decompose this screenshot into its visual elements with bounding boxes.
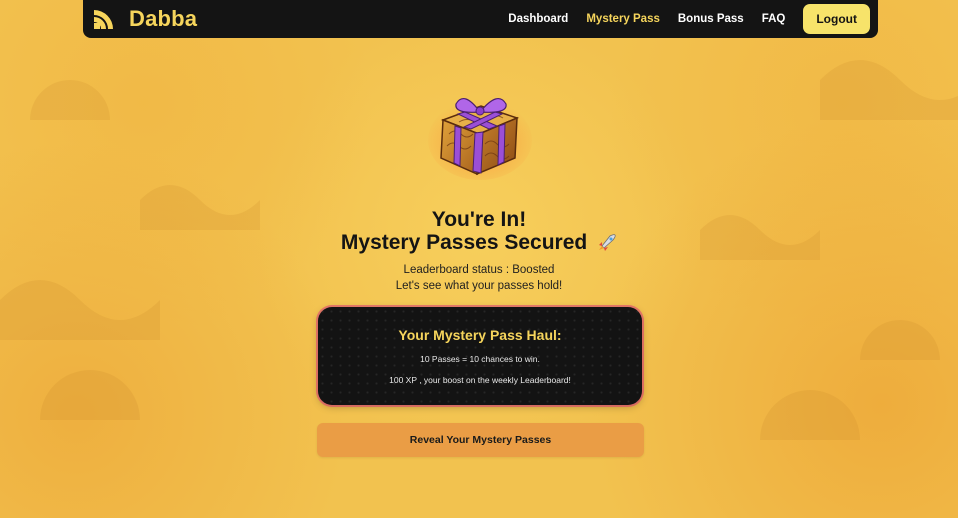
haul-title: Your Mystery Pass Haul: <box>398 327 562 343</box>
headline-subtitle: Mystery Passes Secured <box>0 231 958 255</box>
brand-name: Dabba <box>129 6 198 31</box>
haul-xp-line: 100 XP , your boost on the weekly Leader… <box>389 375 571 385</box>
mystery-pass-haul-card: Your Mystery Pass Haul: 10 Passes = 10 c… <box>318 307 642 405</box>
nav-link-faq[interactable]: FAQ <box>762 13 786 25</box>
signal-waves-icon <box>94 10 113 29</box>
headline-title: You're In! <box>431 208 527 231</box>
reveal-passes-button[interactable]: Reveal Your Mystery Passes <box>317 423 644 457</box>
logout-button[interactable]: Logout <box>803 4 870 34</box>
top-navbar: Dabba Dashboard Mystery Pass Bonus Pass … <box>83 0 878 38</box>
gift-box-icon <box>428 97 532 180</box>
nav-links: Dashboard Mystery Pass Bonus Pass FAQ Lo… <box>490 0 870 38</box>
nav-link-mystery-pass[interactable]: Mystery Pass <box>586 13 660 25</box>
hero-subtitle: Let's see what your passes hold! <box>395 280 563 292</box>
nav-link-bonus-pass[interactable]: Bonus Pass <box>678 13 744 25</box>
haul-passes-line: 10 Passes = 10 chances to win. <box>420 354 540 364</box>
headline-subtitle-text: Mystery Passes Secured <box>340 231 588 254</box>
rocket-icon <box>599 234 616 251</box>
leaderboard-status: Leaderboard status : Boosted <box>403 264 555 276</box>
nav-link-dashboard[interactable]: Dashboard <box>508 13 568 25</box>
brand-logo[interactable]: Dabba <box>93 6 197 32</box>
